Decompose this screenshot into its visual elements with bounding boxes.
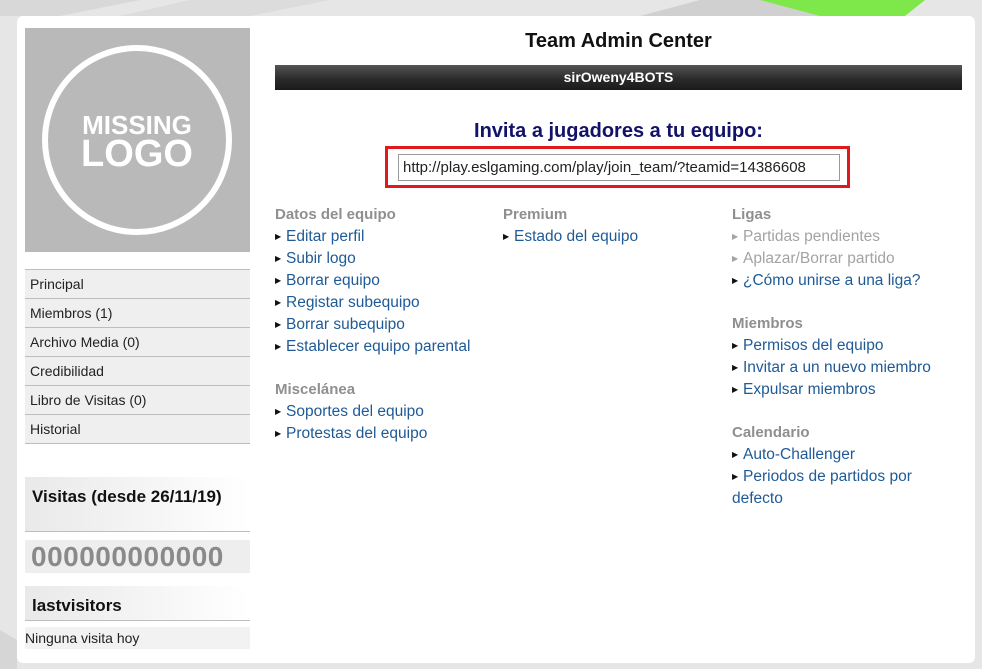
arrow-right-icon: ▶ [732, 232, 739, 241]
logo-text-line2: LOGO [81, 133, 193, 175]
last-visitors-title: lastvisitors [32, 596, 122, 615]
link-protestas-equipo[interactable]: ▶ Protestas del equipo [275, 423, 470, 445]
page-title: Team Admin Center [525, 30, 712, 52]
link-label: Auto-Challenger [743, 446, 856, 463]
arrow-right-icon: ▶ [732, 472, 739, 481]
link-label: Expulsar miembros [743, 381, 876, 398]
link-label: Registar subequipo [286, 294, 420, 311]
link-partidas-pendientes: ▶ Partidas pendientes [732, 226, 942, 248]
arrow-right-icon: ▶ [275, 320, 282, 329]
link-label: Estado del equipo [514, 228, 639, 245]
arrow-right-icon: ▶ [732, 363, 739, 372]
section-title-ligas: Ligas [732, 206, 772, 223]
arrow-right-icon: ▶ [503, 232, 510, 241]
link-label: Subir logo [286, 250, 356, 267]
sidebar-nav: Principal Miembros (1) Archivo Media (0)… [25, 269, 250, 444]
arrow-right-icon: ▶ [275, 429, 282, 438]
visits-counter: 000000000000 [25, 540, 250, 573]
link-label: Invitar a un nuevo miembro [743, 359, 931, 376]
arrow-right-icon: ▶ [732, 385, 739, 394]
link-establecer-equipo-parental[interactable]: ▶ Establecer equipo parental [275, 336, 470, 358]
arrow-right-icon: ▶ [275, 342, 282, 351]
link-label: Aplazar/Borrar partido [743, 250, 895, 267]
link-label: Soportes del equipo [286, 403, 424, 420]
menu-column-3: Ligas ▶ Partidas pendientes ▶ Aplazar/Borr… [732, 204, 942, 510]
link-label: Borrar subequipo [286, 316, 405, 333]
sidebar-item-credibilidad[interactable]: Credibilidad [25, 356, 250, 385]
link-subir-logo[interactable]: ▶ Subir logo [275, 248, 470, 270]
link-periodos-partidos[interactable]: ▶ Periodos de partidos por defecto [732, 466, 942, 510]
link-invitar-miembro[interactable]: ▶ Invitar a un nuevo miembro [732, 357, 942, 379]
arrow-right-icon: ▶ [732, 276, 739, 285]
link-borrar-equipo[interactable]: ▶ Borrar equipo [275, 270, 470, 292]
arrow-right-icon: ▶ [732, 341, 739, 350]
invite-highlight-frame [385, 146, 850, 188]
menu-column-1: Datos del equipo ▶ Editar perfil ▶ Subir l… [275, 204, 470, 445]
link-editar-perfil[interactable]: ▶ Editar perfil [275, 226, 470, 248]
link-label: Establecer equipo parental [286, 338, 471, 355]
missing-logo-icon: MISSING LOGO [42, 45, 232, 235]
section-title-miscelanea: Miscelánea [275, 381, 356, 398]
section-title-calendario: Calendario [732, 424, 810, 441]
invite-url-field[interactable] [398, 154, 840, 181]
arrow-right-icon: ▶ [275, 298, 282, 307]
last-visitors-empty: Ninguna visita hoy [25, 627, 250, 649]
link-soportes-equipo[interactable]: ▶ Soportes del equipo [275, 401, 470, 423]
section-title-premium: Premium [503, 206, 568, 223]
arrow-right-icon: ▶ [275, 232, 282, 241]
link-label: Permisos del equipo [743, 337, 884, 354]
last-visitors-header: lastvisitors [25, 586, 250, 621]
link-permisos-equipo[interactable]: ▶ Permisos del equipo [732, 335, 942, 357]
visits-title: Visitas (desde 26/11/19) [32, 487, 222, 506]
arrow-right-icon: ▶ [275, 276, 282, 285]
link-estado-equipo[interactable]: ▶ Estado del equipo [503, 226, 638, 248]
team-name-bar: sirOweny4BOTS [275, 65, 962, 90]
link-aplazar-borrar-partido: ▶ Aplazar/Borrar partido [732, 248, 942, 270]
link-label: Borrar equipo [286, 272, 380, 289]
sidebar-item-libro-visitas[interactable]: Libro de Visitas (0) [25, 385, 250, 414]
main-panel: MISSING LOGO Principal Miembros (1) Arch… [17, 16, 975, 663]
team-logo: MISSING LOGO [25, 28, 250, 252]
arrow-right-icon: ▶ [732, 254, 739, 263]
arrow-right-icon: ▶ [275, 407, 282, 416]
link-label: Periodos de partidos por defecto [732, 468, 912, 507]
link-auto-challenger[interactable]: ▶ Auto-Challenger [732, 444, 942, 466]
sidebar-item-archivo-media[interactable]: Archivo Media (0) [25, 327, 250, 356]
sidebar-item-historial[interactable]: Historial [25, 414, 250, 444]
link-label: Protestas del equipo [286, 425, 428, 442]
link-expulsar-miembros[interactable]: ▶ Expulsar miembros [732, 379, 942, 401]
link-registar-subequipo[interactable]: ▶ Registar subequipo [275, 292, 470, 314]
arrow-right-icon: ▶ [732, 450, 739, 459]
invite-heading: Invita a jugadores a tu equipo: [474, 120, 763, 142]
section-title-datos: Datos del equipo [275, 206, 396, 223]
link-borrar-subequipo[interactable]: ▶ Borrar subequipo [275, 314, 470, 336]
link-label: Editar perfil [286, 228, 365, 245]
menu-column-2: Premium ▶ Estado del equipo [503, 204, 638, 248]
arrow-right-icon: ▶ [275, 254, 282, 263]
link-label: Partidas pendientes [743, 228, 881, 245]
sidebar-item-principal[interactable]: Principal [25, 269, 250, 298]
sidebar-item-miembros[interactable]: Miembros (1) [25, 298, 250, 327]
visits-header: Visitas (desde 26/11/19) [25, 477, 250, 532]
link-label: ¿Cómo unirse a una liga? [743, 272, 921, 289]
link-como-unirse-liga[interactable]: ▶ ¿Cómo unirse a una liga? [732, 270, 942, 292]
section-title-miembros: Miembros [732, 315, 803, 332]
